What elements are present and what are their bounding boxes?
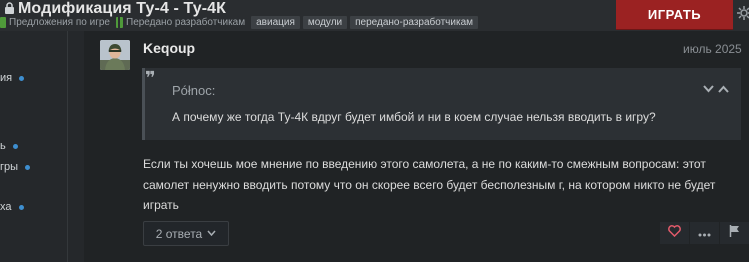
sidebar-item[interactable]: ия [0, 72, 25, 84]
sidebar-item[interactable]: ха [0, 201, 24, 213]
breadcrumb: Предложения по игре Передано разработчик… [0, 16, 481, 29]
quote-icon: ❞ [145, 68, 156, 88]
unread-dot-icon [25, 164, 31, 170]
avatar[interactable] [100, 40, 130, 70]
sidebar-item-label: ия [0, 72, 13, 84]
category-color-icon [116, 17, 123, 28]
breadcrumb-game-suggestions[interactable]: Предложения по игре [0, 17, 110, 28]
title-row: Модификация Ту-4 - Ту-4К [0, 0, 226, 17]
sidebar-item-label: гры [0, 161, 19, 173]
post-body: Если ты хочешь мое мнение по введению эт… [143, 154, 728, 216]
sidebar-divider [67, 31, 68, 262]
sidebar-item-label: ь [0, 140, 6, 152]
heart-icon [668, 224, 681, 242]
category-color-icon [0, 17, 6, 28]
sidebar: ия ь гры ха [0, 31, 63, 262]
post-date[interactable]: июль 2025 [683, 42, 742, 56]
tag-passed-to-devs[interactable]: передано-разработчикам [350, 16, 479, 29]
quote-source[interactable]: Północ: [172, 83, 215, 98]
breadcrumb-passed-to-devs[interactable]: Передано разработчикам [116, 17, 245, 28]
flag-button[interactable] [720, 222, 749, 244]
page-title: Модификация Ту-4 - Ту-4К [18, 0, 227, 17]
like-button[interactable] [660, 222, 689, 244]
unread-dot-icon [12, 143, 18, 149]
replies-button[interactable]: 2 ответа [143, 221, 229, 246]
unread-dot-icon [19, 75, 25, 81]
play-button[interactable]: ИГРАТЬ [616, 0, 733, 30]
post-body-line: Если ты хочешь мое мнение по введению эт… [143, 157, 706, 171]
flag-icon [729, 224, 740, 242]
replies-label: 2 ответа [155, 226, 203, 241]
more-button[interactable] [690, 222, 719, 244]
gear-icon[interactable] [737, 6, 749, 20]
tag-aviation[interactable]: авиация [251, 16, 300, 29]
chevron-up-icon[interactable] [718, 84, 729, 96]
tag-modules[interactable]: модули [302, 16, 348, 29]
quote-block [142, 68, 741, 140]
unread-dot-icon [18, 204, 24, 210]
breadcrumb-label: Предложения по игре [9, 17, 110, 28]
post-body-line: играть [143, 198, 179, 212]
quote-text: А почему же тогда Ту-4К вдруг будет имбо… [172, 110, 656, 124]
sidebar-item[interactable]: гры [0, 161, 31, 173]
post-actions [660, 222, 749, 244]
ellipsis-icon [698, 224, 711, 242]
top-bar: Модификация Ту-4 - Ту-4К Предложения по … [0, 0, 749, 31]
sidebar-item[interactable]: ь [0, 140, 18, 152]
lock-icon [2, 2, 16, 16]
post-body-line: самолет ненужно вводить потому что он ск… [143, 177, 716, 192]
breadcrumb-label: Передано разработчикам [126, 17, 246, 28]
chevron-down-icon [207, 228, 216, 239]
quote-expand-controls[interactable] [703, 84, 729, 96]
post-author[interactable]: Keqoup [143, 40, 195, 56]
sidebar-item-label: ха [0, 201, 12, 213]
chevron-down-icon[interactable] [703, 84, 718, 96]
